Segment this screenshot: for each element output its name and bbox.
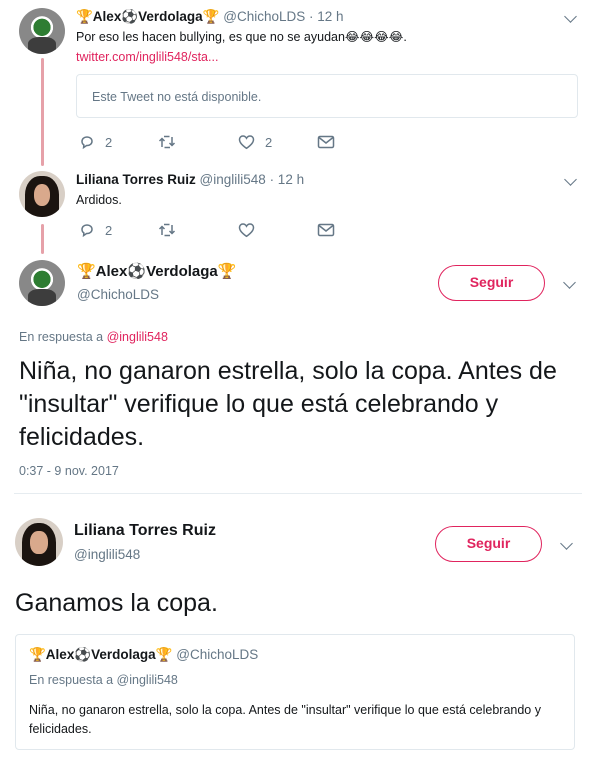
dm-icon (317, 223, 335, 237)
tweet-text: Niña, no ganaron estrella, solo la copa.… (19, 357, 557, 451)
tweet-text: Ardidos. (76, 193, 122, 207)
like-count: 2 (265, 134, 273, 150)
author-name[interactable]: Liliana Torres Ruiz (76, 172, 196, 187)
unavailable-tweet-card: Este Tweet no está disponible. (76, 74, 578, 118)
avatar[interactable] (19, 171, 65, 217)
author-handle: @ChichoLDS (77, 287, 159, 302)
author-name[interactable]: 🏆Alex⚽Verdolaga🏆 (77, 262, 236, 280)
chevron-down-icon[interactable] (560, 537, 573, 550)
thread-line (41, 58, 44, 166)
dm-icon (317, 135, 335, 149)
chevron-down-icon[interactable] (563, 276, 576, 289)
quoted-tweet-card[interactable]: 🏆Alex⚽Verdolaga🏆 @ChichoLDS En respuesta… (15, 634, 575, 750)
author-handle: @inglili548 (199, 172, 266, 187)
author-handle: @inglili548 (74, 547, 141, 562)
reply-action[interactable]: 2 (79, 134, 112, 150)
tweet-header: Liliana Torres Ruiz @inglili548 · 12 h (76, 172, 304, 187)
quote-author-name: 🏆Alex⚽Verdolaga🏆 (29, 647, 173, 662)
tweet-header: 🏆Alex⚽Verdolaga🏆 @ChichoLDS · 12 h (76, 9, 344, 25)
chevron-down-icon[interactable] (564, 173, 577, 186)
avatar[interactable] (19, 260, 65, 306)
quote-author-handle: @ChichoLDS (176, 647, 259, 662)
quote-header: 🏆Alex⚽Verdolaga🏆 @ChichoLDS (29, 647, 258, 663)
chevron-down-icon[interactable] (564, 10, 577, 23)
dm-action[interactable] (317, 134, 335, 150)
avatar[interactable] (15, 518, 63, 566)
retweet-icon (158, 135, 176, 149)
author-handle: @ChichoLDS (223, 9, 306, 24)
like-icon (238, 223, 255, 238)
like-action[interactable] (238, 222, 255, 238)
reply-icon (81, 136, 93, 150)
tweet-text: Ganamos la copa. (15, 589, 218, 617)
quote-text: Niña, no ganaron estrella, solo la copa.… (29, 703, 541, 736)
reply-prefix: En respuesta a (19, 330, 104, 344)
unavailable-text: Este Tweet no está disponible. (92, 90, 262, 104)
tweet-link[interactable]: twitter.com/inglili548/sta... (76, 50, 218, 64)
thread-line (41, 224, 44, 254)
divider (14, 493, 582, 494)
tweet-time[interactable]: · 12 h (309, 9, 344, 24)
retweet-action[interactable] (158, 134, 176, 150)
tweet-text: Por eso les hacen bullying, es que no se… (76, 30, 407, 44)
dm-action[interactable] (317, 222, 335, 238)
reply-count: 2 (105, 134, 113, 150)
author-name[interactable]: 🏆Alex⚽Verdolaga🏆 (76, 9, 219, 24)
author-name[interactable]: Liliana Torres Ruiz (74, 522, 216, 540)
reply-to-link[interactable]: @inglili548 (107, 330, 168, 344)
tweet-time[interactable]: · 12 h (270, 172, 305, 187)
like-icon (238, 135, 255, 150)
tweet-timestamp[interactable]: 0:37 - 9 nov. 2017 (19, 464, 119, 478)
reply-icon (81, 224, 93, 238)
follow-button[interactable]: Seguir (435, 526, 542, 562)
quote-reply-context: En respuesta a @inglili548 (29, 673, 178, 687)
reply-count: 2 (105, 222, 113, 238)
retweet-icon (158, 223, 176, 237)
retweet-action[interactable] (158, 222, 176, 238)
follow-button[interactable]: Seguir (438, 265, 545, 301)
reply-context: En respuesta a @inglili548 (19, 330, 168, 344)
reply-action[interactable]: 2 (79, 222, 112, 238)
avatar[interactable] (19, 8, 65, 54)
like-action[interactable]: 2 (238, 134, 272, 150)
